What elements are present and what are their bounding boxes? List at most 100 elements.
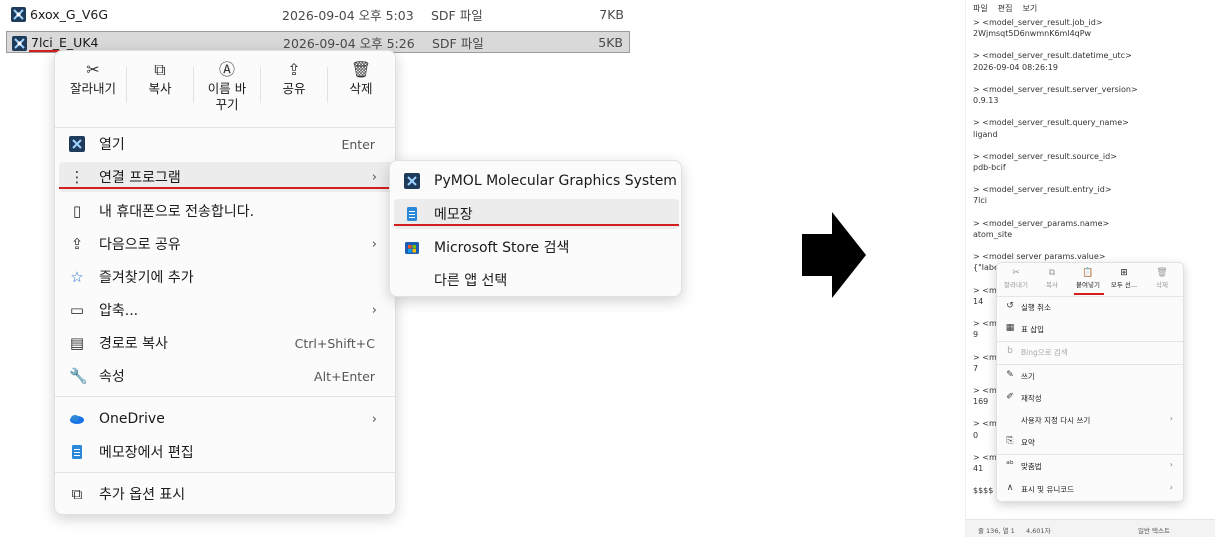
chevron-right-icon: › <box>1169 460 1173 469</box>
divider <box>55 472 395 473</box>
menu-item-more-options[interactable]: ⧉ 추가 옵션 표시 <box>59 479 393 509</box>
onedrive-icon <box>69 411 85 427</box>
notepad-text-line: > <m <box>973 352 997 362</box>
status-chars: 4,601자 <box>1026 527 1051 535</box>
menu-item-send-to-phone[interactable]: ▯ 내 휴대폰으로 전송합니다. <box>59 196 393 226</box>
np-select-all-button[interactable]: ⊞ 모두 선... <box>1107 267 1141 291</box>
pymol-icon <box>12 36 27 51</box>
np-menu-bing-search[interactable]: b Bing으로 검색 <box>1001 343 1179 361</box>
menu-item-share-to[interactable]: ⇪ 다음으로 공유 › <box>59 229 393 259</box>
notepad-text-line: > <m <box>973 419 997 429</box>
menu-item-edit-in-notepad[interactable]: 메모장에서 편집 <box>59 437 393 467</box>
notepad-icon <box>404 206 420 222</box>
divider <box>55 396 395 397</box>
notepad-text-line: > <model_server_result.source_id> <box>973 151 1117 161</box>
np-menu-summary[interactable]: ⎘ 요약 <box>1001 433 1179 451</box>
np-copy-button[interactable]: ⧉ 복사 <box>1035 267 1069 291</box>
pymol-icon <box>11 7 26 22</box>
divider <box>126 67 127 103</box>
open-with-submenu: PyMOL Molecular Graphics System 메모장 Micr… <box>389 160 682 297</box>
np-menu-unicode[interactable]: ∧ 표시 및 유니코드 › <box>1001 480 1179 498</box>
submenu-item-choose-app[interactable]: 다른 앱 선택 <box>394 265 679 295</box>
notepad-text-line: > <m <box>973 319 997 329</box>
menu-item-favorites[interactable]: ☆ 즐겨찾기에 추가 <box>59 262 393 292</box>
np-menu-write[interactable]: ✎ 쓰기 <box>1001 367 1179 385</box>
menu-item-properties[interactable]: 🔧 속성 Alt+Enter <box>59 361 393 391</box>
menu-edit[interactable]: 편집 <box>998 3 1013 15</box>
notepad-text-line: ligand <box>973 129 998 139</box>
np-menu-custom-rewrite[interactable]: 사용자 지정 다시 쓰기 › <box>1001 411 1179 429</box>
menu-file[interactable]: 파일 <box>973 3 988 15</box>
np-menu-rewrite[interactable]: ✐ 재작성 <box>1001 389 1179 407</box>
paste-icon: 📋 <box>1082 268 1094 278</box>
chevron-right-icon: › <box>371 302 377 318</box>
menu-item-copy-path[interactable]: ▤ 경로로 복사 Ctrl+Shift+C <box>59 328 393 358</box>
store-icon <box>404 239 420 255</box>
file-type: SDF 파일 <box>432 35 484 51</box>
open-with-icon: ⋮ <box>69 168 85 186</box>
copy-button[interactable]: ⧉ 복사 <box>128 59 192 121</box>
notepad-text-line: 2026-09-04 08:26:19 <box>973 62 1058 72</box>
notepad-context-menu: ✂ 잘라내기 ⧉ 복사 📋 붙여넣기 ⊞ 모두 선... 🗑 삭제 ↺ 실행 취… <box>996 262 1184 502</box>
divider <box>997 364 1183 365</box>
notepad-text-line: pdb-bcif <box>973 162 1006 172</box>
notepad-text-line: > <m <box>973 285 997 295</box>
np-cut-button[interactable]: ✂ 잘라내기 <box>999 267 1033 291</box>
submenu-item-pymol[interactable]: PyMOL Molecular Graphics System <box>394 166 679 196</box>
menu-view[interactable]: 보기 <box>1022 3 1037 15</box>
rename-icon: Ⓐ <box>218 60 235 79</box>
notepad-text-line: > <m <box>973 452 997 462</box>
file-size: 7KB <box>599 6 624 22</box>
notepad-text-line: > <model_server_result.datetime_utc> <box>973 51 1132 61</box>
notepad-text-line: > <m <box>973 385 997 395</box>
notepad-text-line: atom_site <box>973 229 1013 239</box>
share-icon: ⇪ <box>287 60 301 79</box>
np-delete-button[interactable]: 🗑 삭제 <box>1145 267 1179 291</box>
file-row[interactable]: 6xox_G_V6G 2026-09-04 오후 5:03 SDF 파일 7KB <box>6 3 630 25</box>
notepad-text-line: > <model_server_params.name> <box>973 218 1110 228</box>
pymol-icon <box>69 136 85 152</box>
quick-actions-bar: ✂ 잘라내기 ⧉ 복사 Ⓐ 이름 바꾸기 ⇪ 공유 🗑 삭제 <box>59 59 393 121</box>
notepad-text-line: 0 <box>973 430 979 440</box>
submenu-item-store[interactable]: Microsoft Store 검색 <box>394 232 679 262</box>
file-context-menu: ✂ 잘라내기 ⧉ 복사 Ⓐ 이름 바꾸기 ⇪ 공유 🗑 삭제 열기 Enter <box>54 50 396 515</box>
np-menu-spellcheck[interactable]: ᵃᵇ 맞춤법 › <box>1001 457 1179 475</box>
divider <box>997 341 1183 342</box>
arrow-right-icon <box>802 212 866 298</box>
np-paste-button[interactable]: 📋 붙여넣기 <box>1071 267 1105 291</box>
divider <box>997 296 1183 297</box>
copy-path-icon: ▤ <box>69 334 85 352</box>
file-size: 5KB <box>598 34 623 50</box>
menu-item-onedrive[interactable]: OneDrive › <box>59 404 393 434</box>
delete-button[interactable]: 🗑 삭제 <box>329 59 393 121</box>
chevron-right-icon: › <box>1169 483 1173 492</box>
divider <box>55 127 395 128</box>
chevron-right-icon: › <box>371 411 377 427</box>
notepad-text-line: 2Wjmsqt5D6nwmnK6ml4qPw <box>973 29 1092 39</box>
notepad-text-line: 7lci <box>973 196 987 206</box>
notepad-icon <box>69 444 85 460</box>
share-button[interactable]: ⇪ 공유 <box>262 59 326 121</box>
notepad-menubar: 파일 편집 보기 <box>973 3 1037 15</box>
np-menu-insert-table[interactable]: ▦ 표 삽입 <box>1001 320 1179 338</box>
notepad-text-line: > <model_server_result.job_id> <box>973 18 1103 27</box>
annotation-underline <box>59 187 393 189</box>
menu-item-open[interactable]: 열기 Enter <box>59 129 393 159</box>
table-icon: ▦ <box>1005 323 1015 333</box>
cut-button[interactable]: ✂ 잘라내기 <box>61 59 125 121</box>
np-menu-undo[interactable]: ↺ 실행 취소 <box>1001 298 1179 316</box>
menu-item-compress[interactable]: ▭ 압축... › <box>59 295 393 325</box>
notepad-text-line: > <model server params.value> <box>973 252 1106 262</box>
spellcheck-icon: ᵃᵇ <box>1006 460 1014 470</box>
annotation-underline <box>394 224 679 226</box>
scissors-icon: ✂ <box>86 60 100 79</box>
phone-icon: ▯ <box>72 202 82 220</box>
summary-icon: ⎘ <box>1006 436 1014 446</box>
status-position: 줄 136, 열 1 <box>978 527 1015 535</box>
file-date: 2026-09-04 오후 5:26 <box>283 35 415 51</box>
rename-button[interactable]: Ⓐ 이름 바꾸기 <box>195 59 259 121</box>
file-date: 2026-09-04 오후 5:03 <box>282 7 414 23</box>
notepad-text-line: > <model_server_result.entry_id> <box>973 185 1112 195</box>
notepad-status-bar: 줄 136, 열 1 4,601자 일반 텍스트 <box>966 519 1215 537</box>
file-name: 7lci_E_UK4 <box>31 34 99 50</box>
